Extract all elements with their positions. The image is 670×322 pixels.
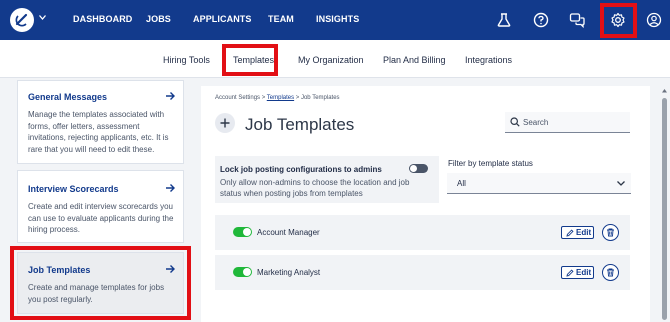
pencil-icon xyxy=(566,269,574,277)
status-filter-select[interactable]: All xyxy=(447,173,631,194)
tab-integrations[interactable]: Integrations xyxy=(465,55,512,65)
lock-configurations-box: Lock job posting configurations to admin… xyxy=(215,156,439,203)
edit-label: Edit xyxy=(576,228,592,237)
tab-my-organization[interactable]: My Organization xyxy=(298,55,364,65)
edit-button[interactable]: Edit xyxy=(561,266,594,279)
pencil-icon xyxy=(566,229,574,237)
flask-icon[interactable] xyxy=(495,11,513,29)
nav-applicants[interactable]: APPLICANTS xyxy=(193,14,252,24)
tab-plan-and-billing[interactable]: Plan And Billing xyxy=(383,55,446,65)
add-template-button[interactable] xyxy=(215,113,235,133)
card-title: Interview Scorecards xyxy=(28,184,119,194)
scroll-up-arrow-icon[interactable] xyxy=(662,88,667,93)
nav-jobs[interactable]: JOBS xyxy=(146,14,171,24)
main-panel: Account Settings > Templates > Job Templ… xyxy=(201,86,650,322)
logo-icon[interactable] xyxy=(10,8,34,32)
breadcrumb-templates-link[interactable]: Templates xyxy=(267,95,294,101)
search-icon xyxy=(510,117,520,127)
card-interview-scorecards[interactable]: Interview Scorecards Create and edit int… xyxy=(17,170,184,243)
nav-team[interactable]: TEAM xyxy=(268,14,294,24)
template-active-toggle[interactable] xyxy=(233,227,252,237)
search-input[interactable]: Search xyxy=(505,112,630,133)
templates-tab-highlight-box xyxy=(222,44,278,76)
template-row: Marketing Analyst Edit xyxy=(215,255,630,290)
sub-navigation-bar: Hiring Tools Templates My Organization P… xyxy=(0,40,670,78)
delete-button[interactable] xyxy=(602,264,619,281)
help-icon[interactable] xyxy=(532,11,550,29)
chat-icon[interactable] xyxy=(568,11,586,29)
template-name: Account Manager xyxy=(257,228,320,237)
arrow-right-icon xyxy=(166,184,175,192)
edit-button[interactable]: Edit xyxy=(561,226,594,239)
card-general-messages[interactable]: General Messages Manage the templates as… xyxy=(17,80,184,164)
gear-highlight-box xyxy=(600,3,637,38)
breadcrumb-account-settings: Account Settings > xyxy=(215,95,267,101)
template-active-toggle[interactable] xyxy=(233,267,252,277)
chevron-down-icon xyxy=(617,181,625,186)
breadcrumb-current: > Job Templates xyxy=(294,95,340,101)
nav-dashboard[interactable]: DASHBOARD xyxy=(73,14,132,24)
edit-label: Edit xyxy=(576,268,592,277)
trash-icon xyxy=(607,228,614,237)
lock-title: Lock job posting configurations to admin… xyxy=(220,165,382,174)
lock-description: Only allow non-admins to choose the loca… xyxy=(220,178,410,198)
job-templates-highlight-box xyxy=(10,246,191,320)
user-icon[interactable] xyxy=(645,11,663,29)
scrollbar[interactable] xyxy=(661,86,667,322)
plus-icon xyxy=(220,118,230,128)
template-row: Account Manager Edit xyxy=(215,215,630,250)
card-description: Create and edit interview scorecards you… xyxy=(28,202,174,234)
tab-hiring-tools[interactable]: Hiring Tools xyxy=(163,55,210,65)
arrow-right-icon xyxy=(166,92,175,100)
card-title: General Messages xyxy=(28,92,108,102)
delete-button[interactable] xyxy=(602,224,619,241)
nav-insights[interactable]: INSIGHTS xyxy=(316,14,359,24)
lock-toggle[interactable] xyxy=(409,164,428,173)
filter-value: All xyxy=(457,179,466,188)
filter-label: Filter by template status xyxy=(448,159,533,168)
search-placeholder: Search xyxy=(523,118,549,127)
card-description: Manage the templates associated with for… xyxy=(28,110,169,154)
chevron-down-icon[interactable] xyxy=(39,15,46,20)
top-navigation-bar: DASHBOARD JOBS APPLICANTS TEAM INSIGHTS xyxy=(0,0,670,40)
template-name: Marketing Analyst xyxy=(257,268,321,277)
scrollbar-thumb[interactable] xyxy=(662,98,667,320)
trash-icon xyxy=(607,268,614,277)
breadcrumb: Account Settings > Templates > Job Templ… xyxy=(215,95,340,101)
page-title: Job Templates xyxy=(245,115,355,134)
